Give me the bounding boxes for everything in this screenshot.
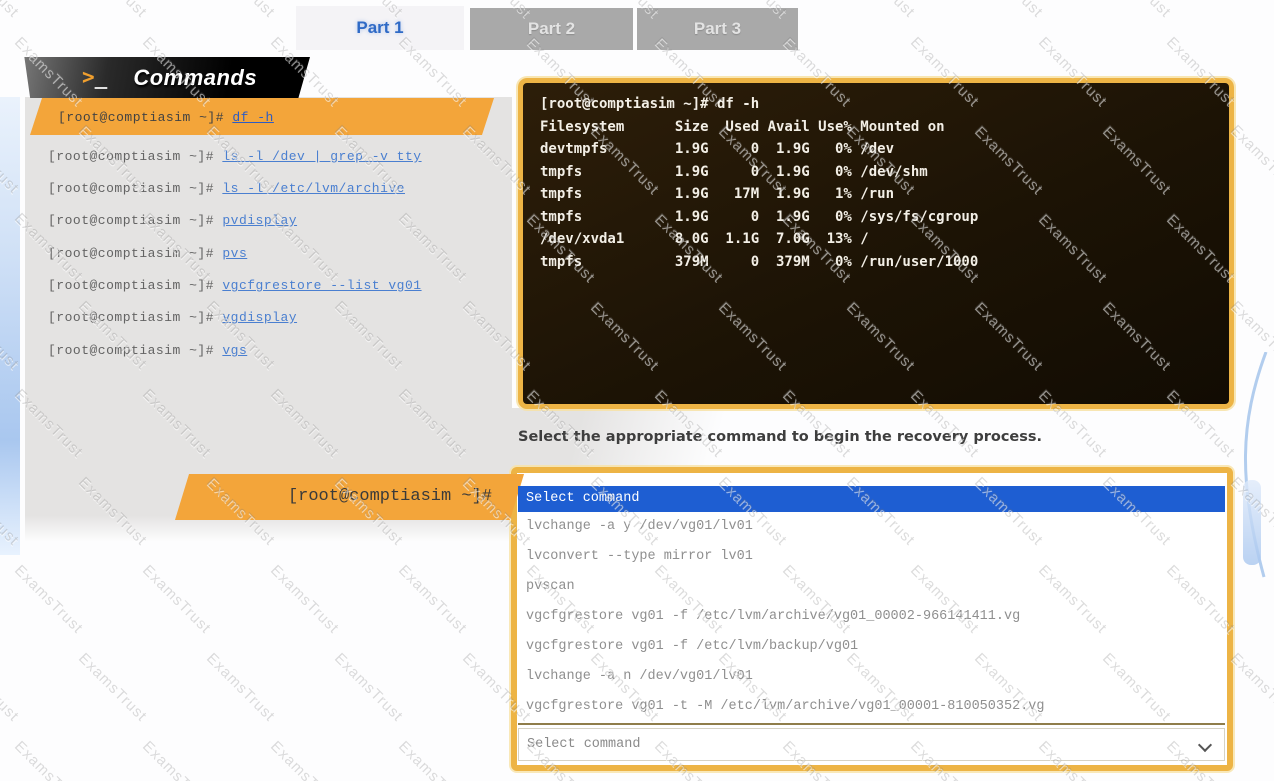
watermark-text: ExamsTrust xyxy=(1227,0,1274,21)
command-list-item[interactable]: [root@comptiasim ~]# vgs xyxy=(48,341,247,361)
watermark-text: ExamsTrust xyxy=(0,650,22,725)
watermark-text: ExamsTrust xyxy=(0,0,22,21)
commands-title: Commands xyxy=(133,65,257,91)
prompt-cursor-glyph: _ xyxy=(95,65,108,89)
terminal-line: /dev/xvda1 8.0G 1.1G 7.0G 13% / xyxy=(540,228,978,251)
command-list-item[interactable]: [root@comptiasim ~]# pvdisplay xyxy=(48,211,297,231)
watermark-text: ExamsTrust xyxy=(267,738,342,781)
tab-part-3[interactable]: Part 3 xyxy=(637,8,798,50)
watermark-text: ExamsTrust xyxy=(331,650,406,725)
command-list-item[interactable]: [root@comptiasim ~]# ls -l /etc/lvm/arch… xyxy=(48,179,405,199)
watermark-text: ExamsTrust xyxy=(1099,0,1174,21)
decorative-blue-bar xyxy=(1243,480,1261,565)
command-prompt: [root@comptiasim ~]# xyxy=(48,310,214,325)
terminal-line: tmpfs 379M 0 379M 0% /run/user/1000 xyxy=(540,251,978,274)
watermark-text: ExamsTrust xyxy=(395,562,470,637)
watermark-text: ExamsTrust xyxy=(11,738,86,781)
command-link[interactable]: df -h xyxy=(232,110,274,125)
dropdown-option-selected[interactable]: Select command xyxy=(518,486,1225,512)
prompt-arrow-glyph: > xyxy=(82,65,95,89)
terminal-line: tmpfs 1.9G 0 1.9G 0% /sys/fs/cgroup xyxy=(540,206,978,229)
watermark-text: ExamsTrust xyxy=(203,0,278,21)
command-link[interactable]: vgcfgrestore --list vg01 xyxy=(222,278,421,293)
command-link[interactable]: pvs xyxy=(222,246,247,261)
command-list-item[interactable]: [root@comptiasim ~]# vgdisplay xyxy=(48,308,297,328)
watermark-text: ExamsTrust xyxy=(11,562,86,637)
dropdown-option[interactable]: lvchange -a y /dev/vg01/lv01 xyxy=(518,512,1225,542)
command-prompt: [root@comptiasim ~]# xyxy=(48,149,214,164)
terminal-line: tmpfs 1.9G 17M 1.9G 1% /run xyxy=(540,183,978,206)
watermark-text: ExamsTrust xyxy=(395,738,470,781)
command-link[interactable]: pvdisplay xyxy=(222,213,297,228)
command-prompt: [root@comptiasim ~]# xyxy=(48,181,214,196)
dropdown-option[interactable]: vgcfgrestore vg01 -f /etc/lvm/backup/vg0… xyxy=(518,632,1225,662)
exam-simulation-page: Part 1 Part 2 Part 3 >_ Commands [root@c… xyxy=(0,0,1274,781)
command-prompt: [root@comptiasim ~]# xyxy=(58,110,224,125)
command-link[interactable]: ls -l /etc/lvm/archive xyxy=(222,181,405,196)
commands-header-banner: >_ Commands xyxy=(20,57,310,98)
dropdown-option[interactable]: lvchange -a n /dev/vg01/lv01 xyxy=(518,662,1225,692)
command-prompt: [root@comptiasim ~]# xyxy=(48,246,214,261)
terminal-line: tmpfs 1.9G 0 1.9G 0% /dev/shm xyxy=(540,161,978,184)
watermark-text: ExamsTrust xyxy=(75,0,150,21)
left-gradient-strip xyxy=(0,97,20,555)
command-select[interactable]: Select command xyxy=(518,728,1225,761)
command-list-item[interactable]: [root@comptiasim ~]# ls -l /dev | grep -… xyxy=(48,147,422,167)
command-link[interactable]: vgs xyxy=(222,343,247,358)
dropdown-separator xyxy=(518,723,1225,725)
watermark-text: ExamsTrust xyxy=(203,650,278,725)
tab-part-1[interactable]: Part 1 xyxy=(296,6,464,50)
watermark-text: ExamsTrust xyxy=(1227,650,1274,725)
command-link[interactable]: ls -l /dev | grep -v tty xyxy=(222,149,421,164)
question-instruction: Select the appropriate command to begin … xyxy=(518,429,1228,445)
watermark-text: ExamsTrust xyxy=(843,0,918,21)
terminal-line: [root@comptiasim ~]# df -h xyxy=(540,93,978,116)
command-prompt: [root@comptiasim ~]# xyxy=(48,343,214,358)
watermark-text: ExamsTrust xyxy=(139,562,214,637)
command-prompt: [root@comptiasim ~]# xyxy=(48,278,214,293)
terminal-line: Filesystem Size Used Avail Use% Mounted … xyxy=(540,116,978,139)
terminal-output-text: [root@comptiasim ~]# df -h Filesystem Si… xyxy=(540,93,978,273)
dropdown-option[interactable]: lvconvert --type mirror lv01 xyxy=(518,542,1225,572)
command-list-item[interactable]: [root@comptiasim ~]# df -h xyxy=(58,108,274,128)
tab-part-2[interactable]: Part 2 xyxy=(470,8,633,50)
terminal-output-panel: [root@comptiasim ~]# df -h Filesystem Si… xyxy=(518,78,1234,409)
command-list-item[interactable]: [root@comptiasim ~]# vgcfgrestore --list… xyxy=(48,276,422,296)
command-prompt: [root@comptiasim ~]# xyxy=(48,213,214,228)
command-link[interactable]: vgdisplay xyxy=(222,310,297,325)
answer-prompt-text: [root@comptiasim ~]# xyxy=(182,474,492,520)
watermark-text: ExamsTrust xyxy=(1227,122,1274,197)
command-list-item[interactable]: [root@comptiasim ~]# pvs xyxy=(48,244,247,264)
dropdown-option[interactable]: pvscan xyxy=(518,572,1225,602)
watermark-text: ExamsTrust xyxy=(75,650,150,725)
chevron-down-icon xyxy=(1198,738,1212,752)
watermark-text: ExamsTrust xyxy=(267,562,342,637)
watermark-text: ExamsTrust xyxy=(971,0,1046,21)
dropdown-option[interactable]: vgcfgrestore vg01 -f /etc/lvm/archive/vg… xyxy=(518,602,1225,632)
terminal-prompt-icon: >_ xyxy=(82,67,107,88)
watermark-text: ExamsTrust xyxy=(139,738,214,781)
terminal-line: devtmpfs 1.9G 0 1.9G 0% /dev xyxy=(540,138,978,161)
dropdown-option[interactable]: vgcfgrestore vg01 -t -M /etc/lvm/archive… xyxy=(518,692,1225,722)
command-select-value: Select command xyxy=(527,737,640,752)
